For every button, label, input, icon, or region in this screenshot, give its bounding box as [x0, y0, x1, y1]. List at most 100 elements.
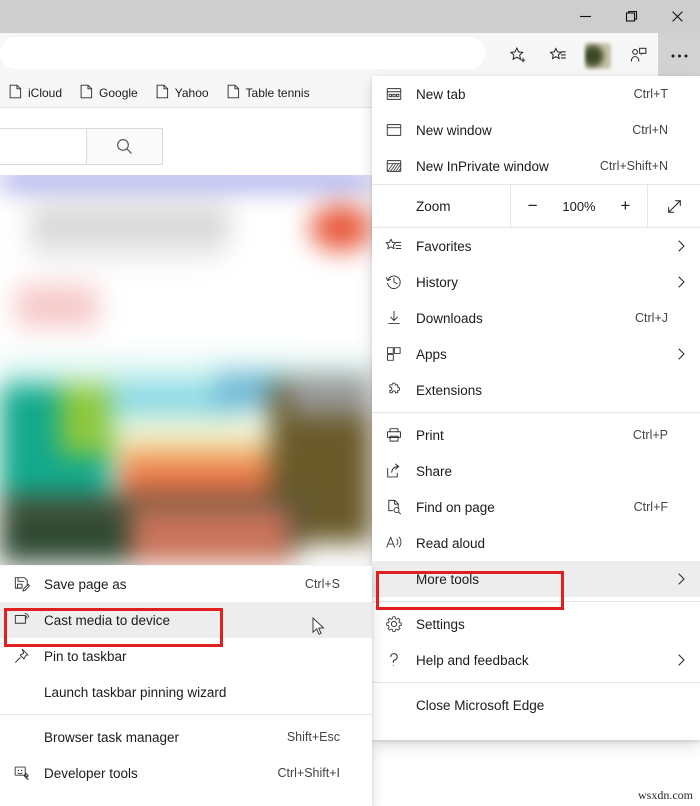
downloads-icon — [372, 309, 416, 327]
favorite-item-icloud[interactable]: iCloud — [0, 81, 71, 105]
page-icon — [156, 84, 169, 102]
menu-item-new-window[interactable]: New window Ctrl+N — [372, 112, 700, 148]
read-aloud-icon — [372, 534, 416, 552]
menu-item-downloads[interactable]: Downloads Ctrl+J — [372, 300, 700, 336]
menu-item-pin-to-taskbar[interactable]: Pin to taskbar — [0, 638, 372, 674]
fullscreen-icon[interactable] — [648, 198, 700, 215]
collections-icon[interactable] — [618, 38, 658, 74]
mouse-cursor — [312, 616, 326, 642]
menu-item-label: Cast media to device — [44, 612, 171, 628]
menu-item-shortcut: Ctrl+P — [632, 428, 668, 442]
zoom-row: Zoom −100% + — [372, 184, 700, 228]
menu-item-label: Downloads — [416, 310, 483, 326]
search-icon[interactable] — [87, 128, 163, 165]
search-input[interactable] — [0, 128, 87, 165]
menu-item-extensions[interactable]: Extensions — [372, 372, 700, 408]
menu-item-label: Find on page — [416, 499, 495, 515]
maximize-icon[interactable] — [608, 0, 654, 33]
menu-item-save-page-as[interactable]: Save page as Ctrl+S — [0, 566, 372, 602]
save-page-icon — [0, 575, 44, 593]
menu-item-read-aloud[interactable]: Read aloud — [372, 525, 700, 561]
menu-item-shortcut: Ctrl+Shift+I — [277, 766, 340, 780]
menu-item-label: Read aloud — [416, 535, 486, 551]
menu-item-find-on-page[interactable]: Find on page Ctrl+F — [372, 489, 700, 525]
favorite-item-label: iCloud — [28, 85, 63, 100]
menu-item-label: New InPrivate window — [416, 158, 549, 174]
menu-item-more-tools[interactable]: More tools — [372, 561, 700, 597]
menu-item-browser-task-manager[interactable]: Browser task manager Shift+Esc — [0, 719, 372, 755]
menu-item-label: New tab — [416, 86, 466, 102]
menu-item-shortcut: Shift+Esc — [286, 730, 340, 744]
menu-item-share[interactable]: Share — [372, 453, 700, 489]
favorites-list-icon[interactable] — [538, 38, 578, 74]
menu-item-label: Apps — [416, 346, 447, 362]
zoom-in-button[interactable]: + — [608, 191, 642, 221]
menu-item-help-and-feedback[interactable]: Help and feedback — [372, 642, 700, 678]
favorite-item-label: Table tennis — [245, 85, 310, 100]
more-tools-submenu[interactable]: Save page as Ctrl+S Cast media to device Pi… — [0, 566, 372, 806]
favorite-item-yahoo[interactable]: Yahoo — [147, 81, 218, 105]
chevron-right-icon — [668, 275, 686, 289]
menu-separator — [372, 601, 700, 602]
settings-and-more-icon[interactable] — [658, 33, 700, 78]
page-icon — [227, 84, 240, 102]
favorite-item-google[interactable]: Google — [71, 81, 147, 105]
chevron-right-icon — [668, 347, 686, 361]
pin-icon — [0, 647, 44, 665]
menu-item-label: Extensions — [416, 382, 483, 398]
chevron-right-icon — [668, 572, 686, 586]
zoom-controls: −100% + — [511, 191, 647, 221]
new-tab-icon — [372, 85, 416, 103]
menu-item-print[interactable]: Print Ctrl+P — [372, 417, 700, 453]
find-icon — [372, 498, 416, 516]
favorite-item-label: Yahoo — [174, 85, 209, 100]
window-title-bar — [0, 0, 700, 33]
menu-item-developer-tools[interactable]: Developer tools Ctrl+Shift+I — [0, 755, 372, 791]
apps-icon — [372, 345, 416, 363]
menu-item-launch-taskbar-pinning-wizard[interactable]: Launch taskbar pinning wizard — [0, 674, 372, 710]
favorite-star-icon[interactable] — [498, 38, 538, 74]
gear-icon — [372, 615, 416, 633]
menu-item-shortcut: Ctrl+N — [632, 123, 668, 137]
menu-item-label: Favorites — [416, 238, 472, 254]
toolbar-icon-group — [498, 33, 700, 78]
menu-item-label: Print — [416, 427, 444, 443]
menu-item-shortcut: Ctrl+F — [633, 500, 668, 514]
blurred-page-content — [0, 175, 372, 565]
profile-avatar[interactable] — [578, 38, 618, 74]
settings-and-more-menu[interactable]: New tab Ctrl+T New window Ctrl+N New InPriva… — [372, 76, 700, 740]
menu-item-label: History — [416, 274, 459, 290]
minimize-icon[interactable] — [562, 0, 608, 33]
menu-item-shortcut: Ctrl+Shift+N — [599, 159, 668, 173]
menu-item-history[interactable]: History — [372, 264, 700, 300]
menu-item-label: New window — [416, 122, 492, 138]
menu-item-apps[interactable]: Apps — [372, 336, 700, 372]
menu-item-label: Help and feedback — [416, 652, 529, 668]
menu-item-shortcut: Ctrl+S — [304, 577, 340, 591]
menu-item-label: Close Microsoft Edge — [416, 697, 545, 713]
inprivate-icon — [372, 157, 416, 175]
devtools-icon — [0, 764, 44, 782]
history-icon — [372, 273, 416, 291]
menu-separator — [372, 682, 700, 683]
menu-item-new-inprivate-window[interactable]: New InPrivate window Ctrl+Shift+N — [372, 148, 700, 184]
print-icon — [372, 426, 416, 444]
menu-item-new-tab[interactable]: New tab Ctrl+T — [372, 76, 700, 112]
menu-item-label: More tools — [416, 571, 480, 587]
help-icon — [372, 651, 416, 669]
zoom-label: Zoom — [416, 198, 451, 214]
new-window-icon — [372, 121, 416, 139]
address-bar[interactable] — [0, 37, 485, 69]
favorite-item-table-tennis[interactable]: Table tennis — [218, 81, 319, 105]
menu-item-label: Launch taskbar pinning wizard — [44, 684, 227, 700]
menu-separator — [0, 714, 372, 715]
menu-item-close-microsoft-edge[interactable]: Close Microsoft Edge — [372, 687, 700, 723]
close-icon[interactable] — [654, 0, 700, 33]
menu-item-favorites[interactable]: Favorites — [372, 228, 700, 264]
menu-item-settings[interactable]: Settings — [372, 606, 700, 642]
browser-toolbar — [0, 33, 700, 78]
favorites-icon — [372, 237, 416, 255]
zoom-out-button[interactable]: − — [516, 191, 550, 221]
menu-item-label: Pin to taskbar — [44, 648, 127, 664]
menu-item-label: Settings — [416, 616, 465, 632]
